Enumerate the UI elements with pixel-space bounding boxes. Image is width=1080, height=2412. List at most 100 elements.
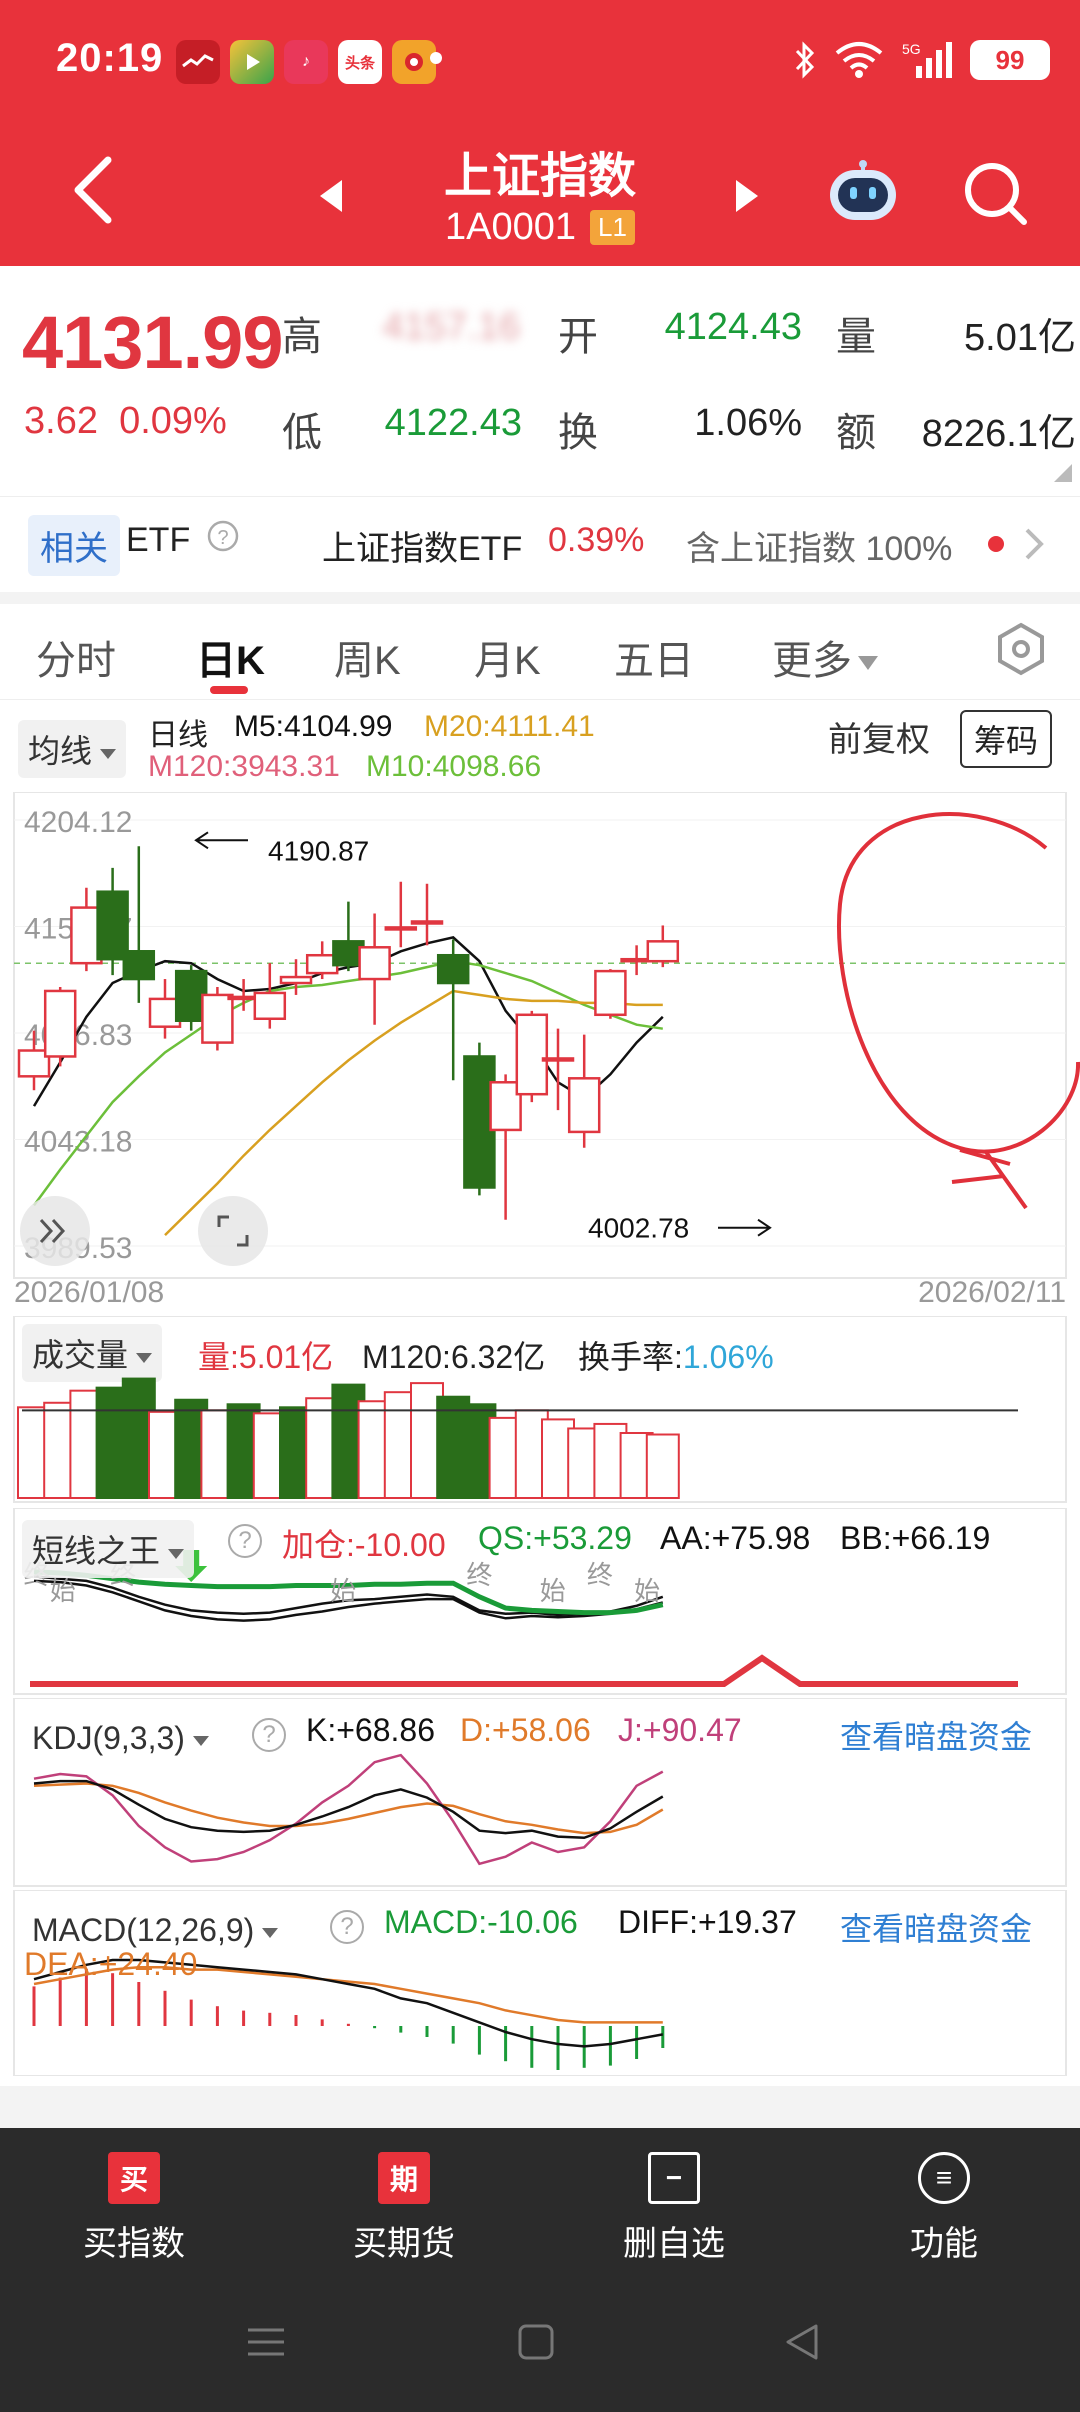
info-icon[interactable]: ? [206,519,240,553]
y-tick-label: 4204.12 [24,806,132,839]
turnover-label: 换 [558,411,598,455]
macd-selector-label: MACD(12,26,9) [32,1912,255,1948]
info-icon[interactable]: ? [330,1910,364,1944]
bottom-spacer [0,2086,1080,2128]
ma-selector-label: 均线 [28,733,93,769]
candle-body [384,926,418,931]
futures-icon: 期 [378,2152,430,2204]
dark-pool-link[interactable]: 查看暗盘资金 [840,1904,1032,1950]
indicator-selector[interactable]: 短线之王 [22,1520,195,1578]
functions-button[interactable]: ≡ 功能 [844,2152,1044,2265]
kdj-j-line [33,1753,664,1866]
ma-selector[interactable]: 均线 [18,720,127,778]
signal-mark: 始 [634,1577,660,1607]
tab-more-label: 更多 [772,639,852,683]
diff-value: DIFF:+19.37 [618,1904,797,1940]
ai-assistant-icon[interactable] [826,160,900,224]
search-icon[interactable] [962,160,1028,226]
buy-futures-button[interactable]: 期 买期货 [304,2152,504,2265]
signal-mark: 始 [330,1577,356,1607]
stock-code: 1A0001 [445,206,577,248]
back-nav-icon[interactable] [780,2320,824,2364]
app-red-icon [176,40,220,84]
kline-chart[interactable]: 4204.124150.474096.834043.183989.534190.… [0,792,1080,1312]
ma120-value: M120:3943.31 [148,750,340,783]
level-badge: L1 [590,210,635,245]
y-tick-label: 4043.18 [24,1125,132,1158]
chevron-down-icon [168,1548,185,1559]
volume-chart[interactable] [0,1316,1080,1506]
buy-index-button[interactable]: 买 买指数 [34,2152,234,2265]
remove-watchlist-button[interactable]: − 删自选 [574,2152,774,2265]
active-tab-indicator [210,686,248,694]
page-title: 上证指数 [443,150,636,203]
candle-body [279,975,313,985]
home-icon[interactable] [514,2320,558,2364]
info-icon[interactable]: ? [228,1524,262,1558]
etf-holding: 含上证指数 100% [686,530,953,568]
tab-intraday[interactable]: 分时 [36,628,116,686]
menu-icon: ≡ [918,2152,970,2204]
signal-icon: 5G [902,36,952,84]
chevron-right-icon[interactable] [1022,524,1046,564]
chevron-down-icon [858,656,878,671]
low-mark-label: 4002.78 [588,1213,689,1244]
bluetooth-icon [794,36,816,84]
kdj-k-value: K:+68.86 [306,1712,435,1748]
tab-more[interactable]: 更多 [772,628,878,686]
amount-value: 8226.1亿 [921,413,1076,455]
open-label: 开 [558,315,598,359]
bottom-action-bar: 买 买指数 期 买期货 − 删自选 ≡ 功能 [0,2128,1080,2412]
ma20-value: M20:4111.41 [424,710,595,743]
position-bar [30,1654,1018,1687]
amount-label: 额 [836,411,876,455]
expand-corner-icon[interactable] [1054,464,1072,482]
related-etf-row[interactable]: 相关 ETF ? 上证指数ETF 0.39% 含上证指数 100% [0,496,1080,592]
double-chevron-icon [39,1218,66,1244]
aa-value: AA:+75.98 [660,1520,811,1556]
collapse-panel-button[interactable] [20,1196,90,1266]
price-change: 3.62 0.09% [24,400,227,443]
functions-label: 功能 [910,2225,978,2263]
info-icon[interactable]: ? [252,1718,286,1752]
adjust-button[interactable]: 前复权 [828,712,930,761]
low-value: 4122.43 [384,402,522,444]
chips-button[interactable]: 筹码 [960,710,1053,768]
hexagon-settings-icon[interactable] [994,622,1048,676]
volume-bar [645,1433,680,1499]
buy-index-label: 买指数 [83,2225,185,2263]
kdj-selector[interactable]: KDJ(9,3,3) [22,1714,219,1763]
header-bar: 20:19 ♪ 头条 5G 99 上证指数 1A0001 L1 [0,0,1080,266]
bb-value: BB:+66.19 [840,1520,991,1556]
tab-weekly-k[interactable]: 周K [334,628,401,686]
next-stock-icon[interactable] [732,176,762,216]
ma5-value: M5:4104.99 [234,710,393,743]
signal-mark: 终 [587,1561,613,1591]
tab-monthly-k[interactable]: 月K [474,628,541,686]
high-arrow [194,831,248,850]
recent-apps-icon[interactable] [244,2320,288,2364]
chevron-down-icon [100,748,117,759]
dea-value: DEA:+24.40 [24,1946,198,1982]
hand-drawn-circle [837,812,1080,1154]
signal-mark: 始 [50,1577,76,1607]
tab-daily-k[interactable]: 日K [196,628,265,686]
candle-body [358,946,391,981]
dark-pool-link[interactable]: 查看暗盘资金 [840,1712,1032,1758]
wifi-icon [834,36,884,84]
svg-text:?: ? [217,527,228,549]
change-value: 3.62 [24,400,98,442]
etf-name: 上证指数ETF [322,530,523,568]
high-value: 4157.16 [382,306,520,348]
date-start-label: 2026/01/08 [14,1276,164,1309]
ma10-value: M10:4098.66 [366,750,542,783]
add-position-value: 加仓:-10.00 [282,1527,446,1563]
candle-body [410,920,444,925]
fullscreen-button[interactable] [198,1196,268,1266]
toutiao-app-icon: 头条 [338,40,382,84]
candle-body [201,993,234,1044]
music-app-icon: ♪ [284,40,328,84]
tab-five-day[interactable]: 五日 [614,628,694,686]
fullscreen-icon [217,1215,249,1247]
more-notifications-dot [430,52,442,64]
